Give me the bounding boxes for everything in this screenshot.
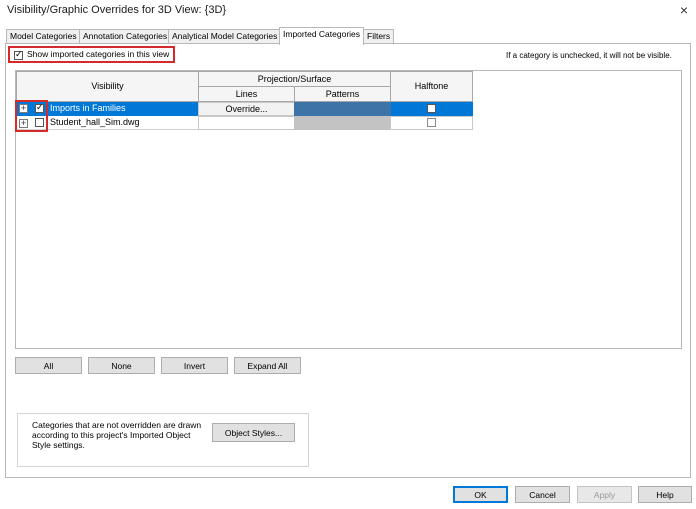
tab-analytical-model-categories[interactable]: Analytical Model Categories — [168, 29, 282, 44]
row-controls-highlight — [15, 100, 48, 132]
row-name: Student_hall_Sim.dwg — [50, 117, 140, 127]
row-name: Imports in Families — [50, 103, 126, 113]
expand-all-button[interactable]: Expand All — [234, 357, 301, 374]
header-patterns[interactable]: Patterns — [294, 86, 391, 102]
header-projection-surface: Projection/Surface — [198, 71, 391, 87]
cancel-button[interactable]: Cancel — [515, 486, 570, 503]
header-lines[interactable]: Lines — [198, 86, 295, 102]
tab-imported-categories[interactable]: Imported Categories — [279, 27, 365, 45]
show-imported-label[interactable]: Show imported categories in this view — [27, 49, 169, 59]
tab-annotation-categories[interactable]: Annotation Categories — [79, 29, 172, 44]
lines-override-button[interactable]: Override... — [198, 102, 295, 116]
tab-model-categories[interactable]: Model Categories — [6, 29, 81, 44]
ok-button[interactable]: OK — [453, 486, 508, 503]
object-styles-button[interactable]: Object Styles... — [212, 423, 295, 442]
all-button[interactable]: All — [15, 357, 82, 374]
close-icon[interactable]: × — [674, 1, 694, 19]
halftone-checkbox[interactable] — [427, 118, 436, 127]
show-imported-checkbox[interactable] — [14, 49, 23, 60]
none-button[interactable]: None — [88, 357, 155, 374]
window-title: Visibility/Graphic Overrides for 3D View… — [7, 4, 227, 16]
patterns-cell[interactable] — [294, 116, 391, 130]
lines-cell[interactable] — [198, 116, 295, 130]
invert-button[interactable]: Invert — [161, 357, 228, 374]
header-halftone[interactable]: Halftone — [390, 71, 473, 102]
object-styles-info: Categories that are not overridden are d… — [32, 420, 202, 450]
header-visibility[interactable]: Visibility — [16, 71, 199, 102]
hint-text: If a category is unchecked, it will not … — [506, 51, 672, 60]
patterns-cell[interactable] — [294, 102, 391, 116]
tab-filters[interactable]: Filters — [363, 29, 395, 44]
help-button[interactable]: Help — [638, 486, 692, 503]
apply-button[interactable]: Apply — [577, 486, 632, 503]
halftone-checkbox[interactable] — [427, 104, 436, 113]
